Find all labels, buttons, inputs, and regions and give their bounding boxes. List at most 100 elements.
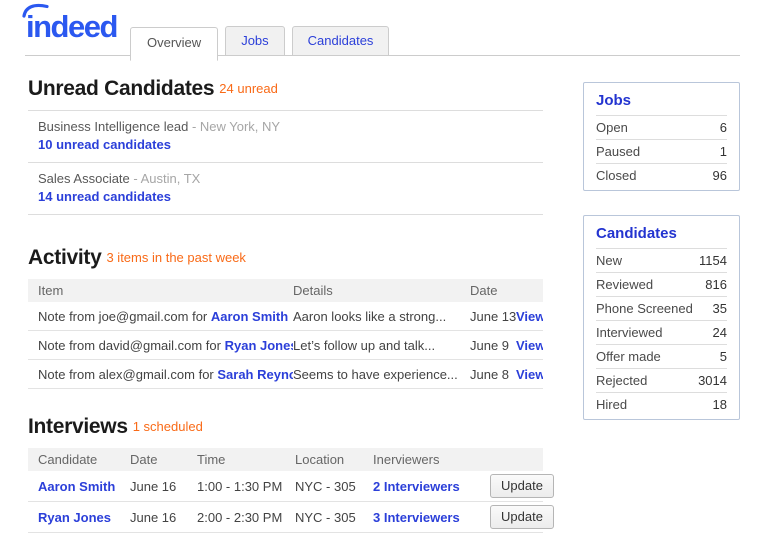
job-location: - Austin, TX	[130, 171, 201, 186]
interviewers-link[interactable]: 3 Interviewers	[373, 510, 460, 525]
col-details: Details	[293, 283, 470, 298]
jobs-summary-box: Jobs Open 6 Paused 1 Closed 96	[583, 82, 740, 191]
candidates-box-title: Candidates	[596, 225, 727, 242]
job-title: Sales Associate	[38, 171, 130, 186]
stat-value: 3014	[698, 373, 727, 388]
tab-candidates[interactable]: Candidates	[292, 26, 390, 56]
unread-candidates-link[interactable]: 14 unread candidates	[38, 189, 171, 204]
stat-label: Interviewed	[596, 325, 662, 340]
jobs-box-title: Jobs	[596, 92, 727, 109]
candidates-stat-reviewed: Reviewed 816	[596, 272, 727, 296]
unread-job-list: Business Intelligence lead - New York, N…	[28, 110, 543, 215]
indeed-swoosh-icon	[22, 2, 52, 19]
interview-time: 1:00 - 1:30 PM	[197, 479, 295, 494]
header: indeed Overview Jobs Candidates	[0, 0, 768, 56]
activity-heading: Activity 3 items in the past week	[28, 246, 543, 270]
candidates-stat-hired: Hired 18	[596, 392, 727, 416]
tab-overview[interactable]: Overview	[130, 27, 218, 61]
activity-table: Item Details Date Note from joe@gmail.co…	[28, 279, 543, 389]
table-row: Aaron Smith June 16 1:00 - 1:30 PM NYC -…	[28, 471, 543, 502]
activity-date: June 13	[470, 309, 516, 324]
table-row: Note from alex@gmail.com for Sarah Reyno…	[28, 360, 543, 389]
view-link[interactable]: View	[516, 367, 543, 382]
interviews-title: Interviews	[28, 415, 128, 438]
interview-location: NYC - 305	[295, 510, 373, 525]
col-item: Item	[38, 283, 293, 298]
activity-date: June 9	[470, 338, 516, 353]
stat-label: Closed	[596, 168, 636, 183]
list-item: Sales Associate - Austin, TX 14 unread c…	[28, 162, 543, 214]
interview-time: 2:00 - 2:30 PM	[197, 510, 295, 525]
candidate-link[interactable]: Ryan Jones	[38, 510, 111, 525]
candidates-stat-interviewed: Interviewed 24	[596, 320, 727, 344]
stat-label: New	[596, 253, 622, 268]
table-row: Note from david@gmail.com for Ryan Jones…	[28, 331, 543, 360]
jobs-stat-open: Open 6	[596, 115, 727, 139]
stat-value: 18	[713, 397, 727, 412]
col-date: Date	[470, 283, 543, 298]
activity-table-header: Item Details Date	[28, 279, 543, 302]
candidates-stat-offer-made: Offer made 5	[596, 344, 727, 368]
stat-label: Paused	[596, 144, 640, 159]
interview-date: June 16	[130, 510, 197, 525]
col-candidate: Candidate	[38, 452, 130, 467]
activity-item-text: Note from alex@gmail.com for	[38, 367, 217, 382]
activity-count-badge: 3 items in the past week	[106, 250, 245, 265]
tab-jobs[interactable]: Jobs	[225, 26, 284, 56]
stat-value: 24	[713, 325, 727, 340]
indeed-logo[interactable]: indeed	[26, 9, 117, 45]
update-button[interactable]: Update	[490, 474, 554, 498]
view-link[interactable]: View	[516, 309, 543, 324]
tab-bar: Overview Jobs Candidates	[130, 26, 389, 56]
jobs-stat-paused: Paused 1	[596, 139, 727, 163]
list-item: Business Intelligence lead - New York, N…	[28, 110, 543, 162]
stat-label: Rejected	[596, 373, 647, 388]
stat-label: Hired	[596, 397, 627, 412]
activity-title: Activity	[28, 246, 101, 269]
activity-item-text: Note from david@gmail.com for	[38, 338, 225, 353]
stat-label: Offer made	[596, 349, 661, 364]
stat-value: 1154	[699, 253, 727, 268]
stat-value: 96	[713, 168, 727, 183]
update-button[interactable]: Update	[490, 505, 554, 529]
candidates-stat-new: New 1154	[596, 248, 727, 272]
sidebar: Jobs Open 6 Paused 1 Closed 96 Candidate…	[583, 56, 740, 420]
unread-candidates-title: Unread Candidates	[28, 77, 214, 100]
col-location: Location	[295, 452, 373, 467]
activity-date: June 8	[470, 367, 516, 382]
interview-location: NYC - 305	[295, 479, 373, 494]
candidate-link[interactable]: Ryan Jones	[225, 338, 293, 353]
table-row: Note from joe@gmail.com for Aaron Smith …	[28, 302, 543, 331]
main-column: Unread Candidates 24 unread Business Inte…	[28, 56, 543, 533]
candidates-stat-rejected: Rejected 3014	[596, 368, 727, 392]
interviews-count-badge: 1 scheduled	[133, 419, 203, 434]
stat-value: 1	[720, 144, 727, 159]
candidate-link[interactable]: Sarah Reynolds	[217, 367, 293, 382]
activity-details: Let’s follow up and talk...	[293, 338, 470, 353]
jobs-stat-closed: Closed 96	[596, 163, 727, 187]
stat-value: 6	[720, 120, 727, 135]
view-link[interactable]: View	[516, 338, 543, 353]
stat-label: Open	[596, 120, 628, 135]
col-interviewers: Inerviewers	[373, 452, 543, 467]
candidate-link[interactable]: Aaron Smith	[211, 309, 288, 324]
unread-candidates-link[interactable]: 10 unread candidates	[38, 137, 171, 152]
activity-details: Seems to have experience...	[293, 367, 470, 382]
stat-value: 35	[713, 301, 727, 316]
job-title: Business Intelligence lead	[38, 119, 188, 134]
stat-value: 816	[705, 277, 727, 292]
interviews-table: Candidate Date Time Location Inerviewers…	[28, 448, 543, 533]
interviewers-link[interactable]: 2 Interviewers	[373, 479, 460, 494]
candidates-summary-box: Candidates New 1154 Reviewed 816 Phone S…	[583, 215, 740, 420]
interviews-heading: Interviews 1 scheduled	[28, 415, 543, 439]
unread-count-badge: 24 unread	[219, 81, 278, 96]
activity-item-text: Note from joe@gmail.com for	[38, 309, 211, 324]
job-location: - New York, NY	[188, 119, 280, 134]
stat-label: Phone Screened	[596, 301, 693, 316]
activity-details: Aaron looks like a strong...	[293, 309, 470, 324]
candidates-stat-phone-screened: Phone Screened 35	[596, 296, 727, 320]
unread-candidates-heading: Unread Candidates 24 unread	[28, 77, 543, 101]
interview-date: June 16	[130, 479, 197, 494]
col-time: Time	[197, 452, 295, 467]
candidate-link[interactable]: Aaron Smith	[38, 479, 115, 494]
